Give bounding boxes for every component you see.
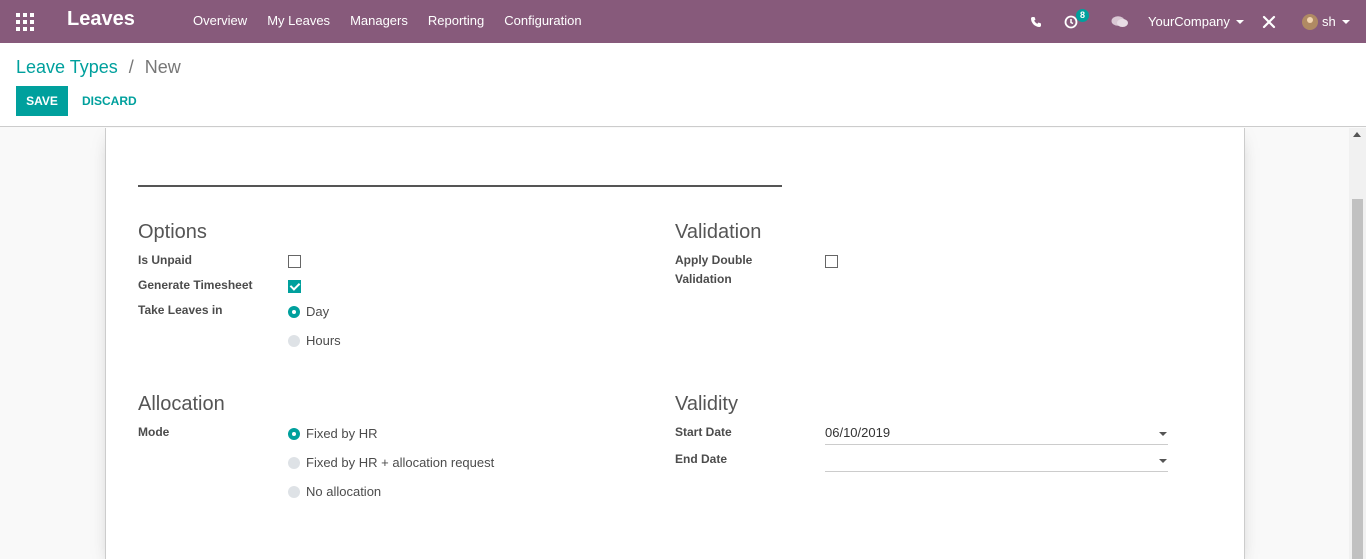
breadcrumb-separator: / [128,57,134,77]
avatar [1302,13,1318,30]
mode-no-allocation-radio[interactable]: No allocation [288,484,381,499]
is-unpaid-checkbox[interactable] [288,255,301,268]
generate-timesheet-label: Generate Timesheet [138,278,253,292]
form-view: Options Is Unpaid Generate Timesheet Tak… [0,128,1366,559]
save-button[interactable]: SAVE [16,86,68,116]
phone-icon[interactable] [1030,0,1042,43]
radio-label: Day [306,304,330,319]
end-date-label: End Date [675,452,728,466]
apps-menu-icon[interactable] [16,13,34,31]
start-date-label: Start Date [675,425,732,439]
menu-reporting[interactable]: Reporting [428,13,484,28]
user-menu[interactable]: sh [1302,0,1350,43]
double-validation-checkbox[interactable] [825,255,838,268]
app-title: Leaves [67,8,135,30]
allocation-section-title: Allocation [138,393,225,415]
take-leaves-in-hours-radio[interactable]: Hours [288,333,341,348]
leave-type-name-input[interactable] [138,155,782,187]
validation-section-title: Validation [675,221,762,243]
chevron-down-icon [1159,459,1167,463]
scrollbar-thumb[interactable] [1352,199,1363,559]
generate-timesheet-checkbox[interactable] [288,280,301,293]
vertical-scrollbar[interactable] [1349,128,1366,559]
menu-my-leaves[interactable]: My Leaves [267,13,330,28]
radio-unselected-icon [288,334,300,347]
chevron-down-icon [1341,19,1350,24]
double-validation-label-line1: Apply Double [675,253,753,267]
debug-tools-icon[interactable] [1262,0,1276,43]
menu-overview[interactable]: Overview [193,13,247,28]
take-leaves-in-label: Take Leaves in [138,303,223,317]
menu-managers[interactable]: Managers [350,13,408,28]
menu-configuration[interactable]: Configuration [504,13,581,28]
start-date-field[interactable]: 06/10/2019 [825,423,1168,445]
mode-fixed-by-hr-request-radio[interactable]: Fixed by HR + allocation request [288,455,494,470]
radio-unselected-icon [288,485,300,498]
form-sheet: Options Is Unpaid Generate Timesheet Tak… [105,128,1245,559]
company-name: YourCompany [1148,14,1230,29]
discard-button[interactable]: DISCARD [74,86,145,116]
options-section-title: Options [138,221,207,243]
radio-selected-icon [288,305,300,318]
radio-label: Hours [306,333,341,348]
radio-unselected-icon [288,456,300,469]
end-date-field[interactable] [825,450,1168,472]
chevron-down-icon [1159,432,1167,436]
scroll-up-arrow-icon[interactable] [1353,132,1361,137]
user-name: sh [1322,14,1336,29]
double-validation-label-line2: Validation [675,272,732,286]
radio-label: Fixed by HR + allocation request [306,455,495,470]
chat-icon[interactable] [1111,0,1129,43]
mode-fixed-by-hr-radio[interactable]: Fixed by HR [288,426,378,441]
radio-label: No allocation [306,484,382,499]
company-switcher[interactable]: YourCompany [1148,0,1244,43]
control-panel: Leave Types / New SAVE DISCARD [0,43,1366,127]
top-navbar: Leaves Overview My Leaves Managers Repor… [0,0,1366,43]
activity-count-badge: 8 [1076,9,1090,22]
breadcrumb: Leave Types / New [16,57,181,78]
breadcrumb-current: New [144,57,181,77]
validity-section-title: Validity [675,393,738,415]
mode-label: Mode [138,425,170,439]
radio-label: Fixed by HR [306,426,378,441]
radio-selected-icon [288,427,300,440]
main-menu: Overview My Leaves Managers Reporting Co… [193,13,602,28]
breadcrumb-leave-types[interactable]: Leave Types [16,57,118,77]
activity-clock-icon[interactable]: 8 [1064,0,1094,43]
take-leaves-in-day-radio[interactable]: Day [288,304,329,319]
chevron-down-icon [1235,19,1244,24]
is-unpaid-label: Is Unpaid [138,253,193,267]
start-date-value: 06/10/2019 [825,425,891,440]
